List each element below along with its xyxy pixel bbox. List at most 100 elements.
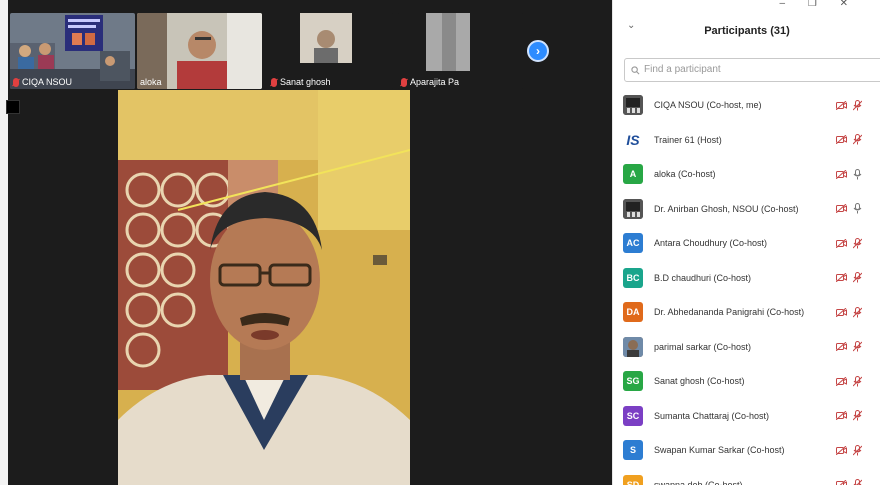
video-off-icon bbox=[836, 376, 847, 386]
video-thumbnail[interactable]: CIQA NSOU bbox=[10, 13, 135, 89]
avatar bbox=[623, 336, 643, 357]
avatar: SG bbox=[623, 371, 643, 392]
mic-muted-icon bbox=[853, 272, 862, 283]
participant-name: Sanat ghosh bbox=[280, 77, 331, 87]
window-controls[interactable]: – ❐ ✕ bbox=[780, 0, 858, 9]
participant-name: Dr. Abhedananda Panigrahi (Co-host) bbox=[654, 307, 805, 318]
participant-row[interactable]: IS Trainer 61 (Host) bbox=[623, 123, 880, 158]
mic-icon bbox=[853, 168, 862, 180]
participant-row[interactable]: CIQA NSOU (Co-host, me) bbox=[623, 88, 880, 123]
video-area: CIQA NSOU aloka Sanat ghosh Aparajita Pa… bbox=[0, 0, 612, 485]
participant-name: parimal sarkar (Co-host) bbox=[654, 341, 752, 352]
active-speaker-video bbox=[118, 90, 410, 485]
photo-avatar-icon bbox=[623, 336, 643, 357]
participant-row[interactable]: Dr. Anirban Ghosh, NSOU (Co-host) bbox=[623, 192, 880, 227]
participant-status bbox=[836, 123, 862, 158]
participant-status bbox=[836, 226, 862, 261]
thumbnail-label: Sanat ghosh bbox=[271, 77, 331, 87]
chevron-right-icon: › bbox=[536, 44, 540, 58]
thumbnail-label: CIQA NSOU bbox=[13, 77, 72, 87]
mic-muted-icon bbox=[853, 479, 862, 485]
mic-muted-icon bbox=[853, 341, 862, 352]
participant-name: Aparajita Pa bbox=[410, 77, 460, 87]
thumbnail-label: aloka bbox=[140, 77, 162, 87]
video-off-icon bbox=[836, 307, 847, 317]
participant-name: Dr. Anirban Ghosh, NSOU (Co-host) bbox=[654, 203, 799, 214]
mic-muted-icon bbox=[853, 444, 862, 456]
avatar bbox=[623, 198, 643, 219]
participant-name: Antara Choudhury (Co-host) bbox=[654, 238, 768, 249]
next-page-button[interactable]: › bbox=[527, 40, 549, 62]
participant-name: CIQA NSOU (Co-host, me) bbox=[654, 100, 762, 111]
participant-name: CIQA NSOU bbox=[22, 77, 73, 87]
participant-status bbox=[836, 399, 862, 434]
video-off-icon bbox=[836, 169, 847, 179]
video-off-icon bbox=[836, 135, 847, 145]
video-off-icon bbox=[836, 342, 847, 352]
avatar: SD bbox=[623, 474, 643, 485]
video-off-icon bbox=[836, 480, 847, 485]
avatar: IS bbox=[623, 129, 643, 150]
avatar bbox=[623, 95, 643, 116]
participant-row[interactable]: parimal sarkar (Co-host) bbox=[623, 330, 880, 365]
participant-row[interactable]: S Swapan Kumar Sarkar (Co-host) bbox=[623, 433, 880, 468]
video-off-icon bbox=[836, 100, 847, 110]
video-thumbnail[interactable]: Aparajita Pa bbox=[398, 13, 523, 89]
zoom-meeting-window: CIQA NSOU aloka Sanat ghosh Aparajita Pa… bbox=[0, 0, 880, 485]
video-off-icon bbox=[836, 445, 847, 455]
participant-row[interactable]: AC Antara Choudhury (Co-host) bbox=[623, 226, 880, 261]
self-view-indicator bbox=[6, 100, 20, 114]
mic-icon bbox=[853, 203, 862, 214]
video-off-icon bbox=[836, 204, 847, 214]
participant-status bbox=[836, 468, 862, 485]
participant-row[interactable]: Aaloka (Co-host) bbox=[623, 157, 880, 192]
participant-row[interactable]: DA Dr. Abhedananda Panigrahi (Co-host) bbox=[623, 295, 880, 330]
participant-status bbox=[836, 433, 862, 468]
participant-status bbox=[836, 157, 862, 192]
search-placeholder: Find a participant bbox=[644, 64, 721, 75]
mic-muted-icon bbox=[271, 77, 277, 87]
mic-muted-icon bbox=[401, 77, 407, 87]
participant-status bbox=[836, 330, 862, 365]
mic-muted-icon bbox=[853, 99, 862, 111]
participant-name: B.D chaudhuri (Co-host) bbox=[654, 272, 752, 283]
video-thumbnail[interactable]: aloka bbox=[137, 13, 262, 89]
participant-status bbox=[836, 261, 862, 296]
participant-row[interactable]: SD swapna deb (Co-host) bbox=[623, 468, 880, 485]
mic-muted-icon bbox=[853, 306, 862, 318]
mic-muted-icon bbox=[853, 134, 862, 145]
participant-status bbox=[836, 192, 862, 227]
avatar: DA bbox=[623, 302, 643, 323]
participant-name: Sumanta Chattaraj (Co-host) bbox=[654, 410, 770, 421]
participant-name: Trainer 61 (Host) bbox=[654, 134, 722, 145]
search-input[interactable]: Find a participant bbox=[624, 58, 880, 82]
participant-status bbox=[836, 364, 862, 399]
participant-row[interactable]: BC B.D chaudhuri (Co-host) bbox=[623, 261, 880, 296]
thumbnail-label: Aparajita Pa bbox=[401, 77, 459, 87]
participant-status bbox=[836, 295, 862, 330]
participant-status bbox=[836, 88, 862, 123]
video-thumbnail[interactable]: Sanat ghosh bbox=[268, 13, 393, 89]
search-icon bbox=[631, 65, 640, 74]
participant-name: Swapan Kumar Sarkar (Co-host) bbox=[654, 445, 785, 456]
panel-title: Participants (31) bbox=[704, 25, 790, 37]
speaker-video-frame bbox=[118, 90, 410, 485]
participant-name: aloka (Co-host) bbox=[654, 169, 716, 180]
mic-muted-icon bbox=[853, 237, 862, 249]
participants-panel: – ❐ ✕ ⌄ Participants (31) Find a partici… bbox=[612, 0, 880, 485]
participant-list: CIQA NSOU (Co-host, me) IS Trainer 61 (Hos… bbox=[623, 88, 880, 485]
mic-muted-icon bbox=[853, 410, 862, 421]
room-avatar-icon bbox=[623, 95, 643, 116]
participant-row[interactable]: SC Sumanta Chattaraj (Co-host) bbox=[623, 399, 880, 434]
avatar: BC bbox=[623, 267, 643, 288]
mic-muted-icon bbox=[13, 77, 19, 87]
participant-name: aloka bbox=[140, 77, 162, 87]
video-off-icon bbox=[836, 273, 847, 283]
participant-name: Sanat ghosh (Co-host) bbox=[654, 376, 745, 387]
avatar: S bbox=[623, 440, 643, 461]
left-edge bbox=[0, 0, 8, 485]
participant-row[interactable]: SG Sanat ghosh (Co-host) bbox=[623, 364, 880, 399]
participant-name: swapna deb (Co-host) bbox=[654, 479, 743, 485]
avatar: SC bbox=[623, 405, 643, 426]
avatar: AC bbox=[623, 233, 643, 254]
